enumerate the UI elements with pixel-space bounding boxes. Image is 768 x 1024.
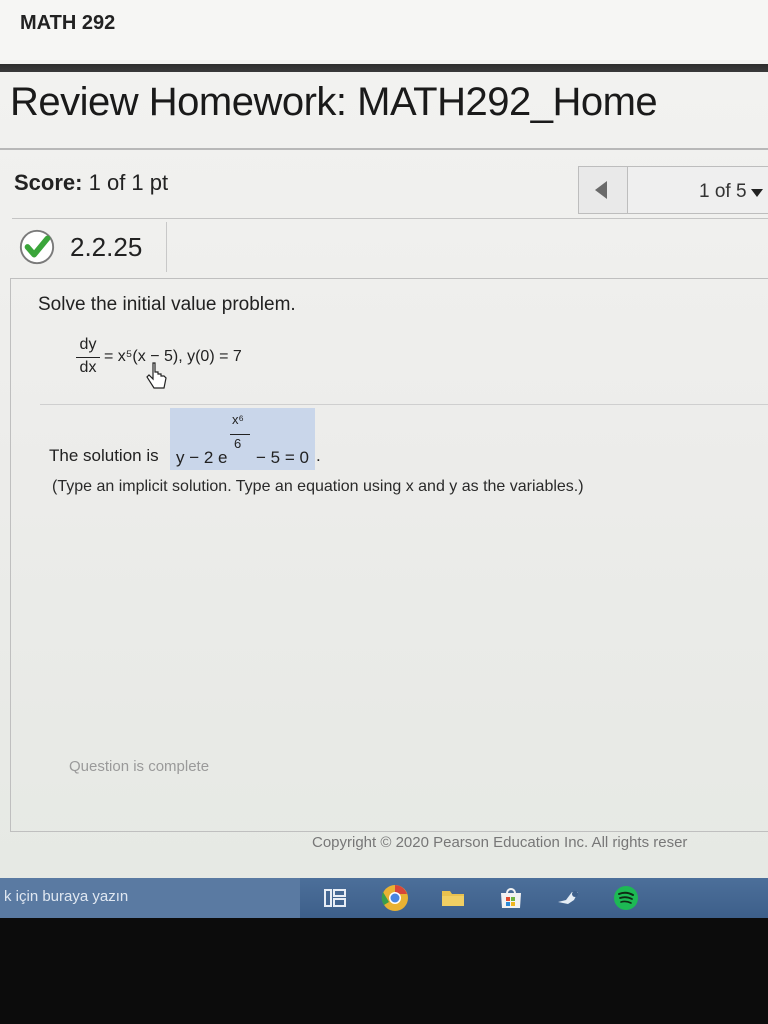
question-position-label: 1 of 5 bbox=[699, 181, 747, 202]
answer-exponent-denominator: 6 bbox=[234, 436, 242, 451]
app-header: MATH 292 bbox=[0, 0, 768, 60]
score-display: Score: 1 of 1 pt bbox=[14, 170, 168, 196]
section-divider bbox=[40, 404, 768, 405]
answer-instructions: (Type an implicit solution. Type an equa… bbox=[52, 478, 584, 495]
mouse-cursor-icon bbox=[146, 362, 167, 389]
store-icon[interactable] bbox=[498, 886, 524, 910]
question-id: 2.2.25 bbox=[70, 232, 143, 262]
question-header: 2.2.25 bbox=[14, 222, 167, 272]
browser-screen: MATH 292 Review Homework: MATH292_Home S… bbox=[0, 0, 768, 878]
question-complete-status: Question is complete bbox=[69, 758, 210, 775]
fraction-numerator: dy bbox=[79, 336, 97, 353]
differential-equation: dy dx = x⁵(x − 5), y(0) = 7 bbox=[76, 336, 296, 386]
chrome-icon[interactable] bbox=[380, 883, 410, 913]
score-divider bbox=[12, 218, 768, 219]
chevron-down-icon bbox=[750, 189, 763, 197]
taskbar-search-box[interactable]: k için buraya yazın bbox=[0, 878, 300, 918]
question-prompt: Solve the initial value problem. bbox=[38, 294, 296, 315]
arrow-left-icon bbox=[595, 181, 607, 199]
answer-suffix: − 5 = 0 bbox=[256, 448, 309, 467]
equation-rhs: = x⁵(x − 5), y(0) = 7 bbox=[104, 348, 242, 365]
answer-field[interactable]: y − 2 e x⁶ 6 − 5 = 0 bbox=[170, 408, 315, 470]
title-divider bbox=[0, 148, 768, 150]
answer-exponent-bar bbox=[230, 434, 250, 435]
answer-exponent-numerator: x⁶ bbox=[232, 412, 244, 427]
fraction-bar bbox=[76, 357, 100, 358]
answer-lead-text: The solution is bbox=[49, 446, 159, 465]
check-circle-icon bbox=[19, 229, 55, 265]
monitor-bezel bbox=[0, 918, 768, 1024]
task-view-icon[interactable] bbox=[322, 886, 348, 910]
answer-period: . bbox=[316, 446, 321, 465]
question-position-dropdown[interactable]: 1 of 5 bbox=[699, 181, 763, 203]
taskbar-search-placeholder: k için buraya yazın bbox=[4, 888, 129, 905]
spotify-icon[interactable] bbox=[612, 884, 640, 912]
header-divider bbox=[0, 64, 768, 72]
page-title: Review Homework: MATH292_Home bbox=[10, 80, 658, 124]
answer-prefix: y − 2 e bbox=[176, 448, 228, 467]
score-label: Score: bbox=[14, 170, 83, 195]
steam-icon[interactable] bbox=[556, 886, 582, 910]
course-title[interactable]: MATH 292 bbox=[20, 12, 115, 35]
fraction-denominator: dx bbox=[79, 359, 97, 376]
file-explorer-icon[interactable] bbox=[440, 886, 466, 910]
previous-question-button[interactable] bbox=[579, 167, 628, 213]
question-navigator: 1 of 5 bbox=[578, 166, 768, 214]
windows-taskbar: k için buraya yazın bbox=[0, 878, 768, 918]
score-value: 1 of 1 pt bbox=[88, 170, 169, 195]
copyright-text: Copyright © 2020 Pearson Education Inc. … bbox=[312, 834, 688, 851]
derivative-fraction: dy dx bbox=[76, 336, 100, 379]
